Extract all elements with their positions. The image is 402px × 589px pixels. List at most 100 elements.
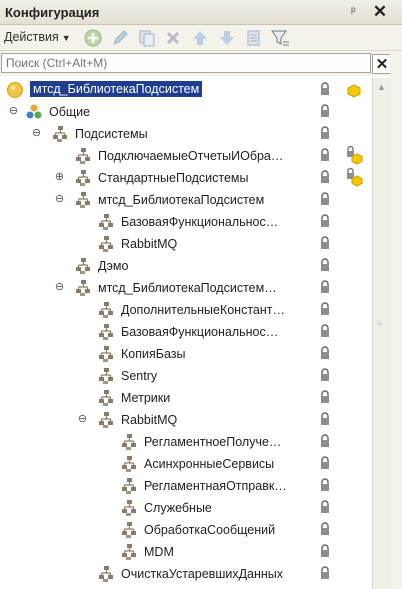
lock-icon [318,258,332,272]
configuration-tree: мтсд_БиблиотекаПодсистем ⊖ Общие ⊖ Подсистем… [0,78,370,589]
window-title: Конфигурация [5,5,100,20]
sort-icon[interactable] [244,28,264,48]
collapse-icon[interactable]: ⊖ [54,194,65,205]
title-bar: Конфигурация ᵖ ✕ [0,0,402,25]
tree-item-label: АсинхронныеСервисы [144,457,275,471]
tree-row[interactable]: РегламентноеПолуче… [0,431,370,453]
vertical-scrollbar[interactable]: ▲ ≡ [372,78,390,589]
tree-item-label: СтандартныеПодсистемы [98,171,249,185]
tree-item-label: КопияБазы [121,347,186,361]
support-lock-icon [344,145,364,165]
lock-icon [318,368,332,382]
subsystem-icon [74,191,92,209]
tree-row[interactable]: ДополнительныеКонстант… [0,299,370,321]
subsystem-icon [97,367,115,385]
lock-icon [318,566,332,580]
tree-row[interactable]: MDM [0,541,370,563]
tree-row[interactable]: АсинхронныеСервисы [0,453,370,475]
lock-icon [318,126,332,140]
tree-row[interactable]: БазоваяФункциональнос… [0,211,370,233]
tree-item-label: Метрики [121,391,171,405]
lock-icon [318,148,332,162]
edit-icon[interactable] [110,28,130,48]
tree-item-label: Служебные [144,501,212,515]
tree-row[interactable]: Служебные [0,497,370,519]
tree-row[interactable]: РегламентнаяОтправк… [0,475,370,497]
scroll-up-icon[interactable]: ▲ [375,82,388,95]
close-icon[interactable]: ✕ [370,1,390,23]
tree-item-label: РегламентноеПолуче… [144,435,282,449]
actions-menu[interactable]: Действия ▼ [4,30,71,44]
tree-row[interactable]: ⊖ Подсистемы [0,123,370,145]
lock-icon [318,500,332,514]
tree-row[interactable]: Дэмо [0,255,370,277]
tree-row[interactable]: ОчисткаУстаревшихДанных [0,563,370,585]
search-input[interactable] [2,54,366,72]
subsystem-icon [120,455,138,473]
tree-item-label: ОчисткаУстаревшихДанных [121,567,284,581]
add-icon[interactable] [83,28,103,48]
tree-item-label: RabbitMQ [121,237,178,251]
lock-icon [318,522,332,536]
filter-icon[interactable] [270,28,290,48]
delete-icon[interactable] [163,28,183,48]
lock-icon [318,170,332,184]
lock-icon [318,104,332,118]
tree-item-label: Sentry [121,369,158,383]
lock-icon [318,82,332,96]
lock-icon [318,390,332,404]
collapse-icon[interactable]: ⊖ [77,414,88,425]
tree-row[interactable]: ⊖ Общие [0,101,370,123]
tree-row[interactable]: RabbitMQ [0,233,370,255]
subsystem-icon [97,323,115,341]
collapse-icon[interactable]: ⊖ [8,106,19,117]
tree-row[interactable]: БазоваяФункциональнос… [0,321,370,343]
tree-row[interactable]: ⊖ мтсд_БиблиотекаПодсистем… [0,277,370,299]
support-cube-icon [344,79,364,99]
subsystem-icon [74,169,92,187]
tree-row[interactable]: КопияБазы [0,343,370,365]
tree-row[interactable]: ⊖ мтсд_БиблиотекаПодсистем [0,189,370,211]
subsystem-icon [120,543,138,561]
expand-icon[interactable]: ⊕ [54,172,65,183]
lock-icon [318,434,332,448]
lock-icon [318,302,332,316]
lock-icon [318,236,332,250]
subsystem-icon [74,257,92,275]
tree-row[interactable]: ⊕ СтандартныеПодсистемы [0,167,370,189]
actions-label: Действия [4,30,59,44]
pin-icon[interactable]: ᵖ [351,4,356,18]
subsystem-icon [97,301,115,319]
subsystem-icon [120,521,138,539]
subsystem-icon [120,477,138,495]
subsystem-icon [97,565,115,583]
tree-item-label: MDM [144,545,174,559]
tree-row[interactable]: ПодключаемыеОтчетыИОбра… [0,145,370,167]
collapse-icon[interactable]: ⊖ [54,282,65,293]
tree-row[interactable]: ⊖ RabbitMQ [0,409,370,431]
subsystem-icon [120,433,138,451]
common-objects-icon [25,103,43,121]
tree-row[interactable]: Метрики [0,387,370,409]
subsystem-icon [120,499,138,517]
clear-search-icon[interactable]: ✕ [372,54,392,74]
tree-row[interactable]: мтсд_БиблиотекаПодсистем [0,79,370,101]
config-root-icon [6,81,24,99]
tree-row[interactable]: Sentry [0,365,370,387]
tree-row[interactable]: ОбработкаСообщений [0,519,370,541]
collapse-icon[interactable]: ⊖ [31,128,42,139]
scroll-grip-icon[interactable]: ≡ [377,319,385,328]
lock-icon [318,346,332,360]
tree-item-label: мтсд_БиблиотекаПодсистем… [98,281,277,295]
tree-item-label: ОбработкаСообщений [144,523,276,537]
search-box [1,53,371,73]
lock-icon [318,280,332,294]
subsystem-icon [97,411,115,429]
tree-item-label: мтсд_БиблиотекаПодсистем [98,193,265,207]
tree-item-label: Подсистемы [75,127,148,141]
subsystem-icon [97,345,115,363]
subsystem-icon [51,125,69,143]
move-down-icon[interactable] [217,28,237,48]
copy-icon[interactable] [137,28,157,48]
move-up-icon[interactable] [190,28,210,48]
